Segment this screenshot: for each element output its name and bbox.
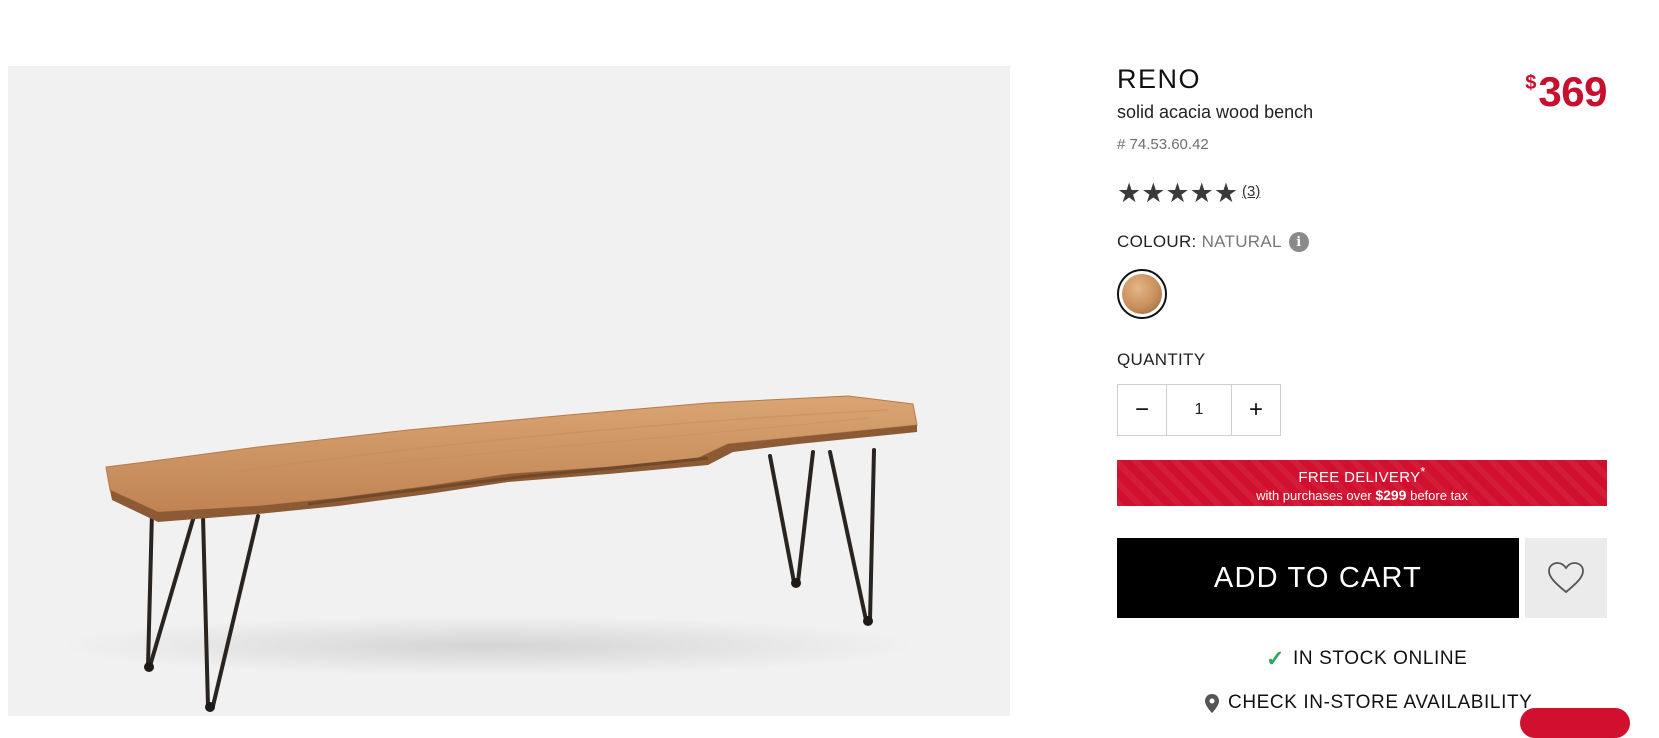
- quantity-input[interactable]: 1: [1166, 385, 1232, 435]
- colour-value: NATURAL: [1201, 232, 1282, 251]
- delivery-threshold: $299: [1375, 487, 1407, 503]
- product-price: $ 369: [1525, 68, 1607, 116]
- quantity-label: QUANTITY: [1117, 350, 1206, 369]
- bench-illustration: [58, 395, 918, 712]
- delivery-title: FREE DELIVERY: [1298, 469, 1421, 486]
- wood-swatch-icon: [1122, 274, 1162, 314]
- delivery-asterisk: *: [1420, 465, 1426, 479]
- rating-row: ★★★★★ (3): [1117, 180, 1260, 207]
- check-store-availability-link[interactable]: CHECK IN-STORE AVAILABILITY: [1205, 692, 1532, 714]
- colour-label: COLOUR:: [1117, 232, 1197, 251]
- chat-widget-button[interactable]: [1520, 708, 1630, 738]
- in-stock-label: IN STOCK ONLINE: [1293, 648, 1468, 669]
- delivery-prefix: with purchases over: [1256, 488, 1372, 503]
- info-icon[interactable]: i: [1288, 232, 1309, 252]
- product-subtitle: solid acacia wood bench: [1117, 102, 1314, 122]
- increase-quantity-button[interactable]: +: [1232, 385, 1280, 435]
- check-store-label: CHECK IN-STORE AVAILABILITY: [1228, 692, 1533, 713]
- delivery-condition: with purchases over $299 before tax: [1117, 487, 1607, 503]
- colour-row: COLOUR: NATURAL i: [1117, 232, 1309, 252]
- wishlist-button[interactable]: [1525, 538, 1607, 618]
- location-pin-icon: [1205, 693, 1219, 713]
- price-amount: 369: [1538, 68, 1607, 115]
- price-currency: $: [1525, 72, 1537, 94]
- product-image[interactable]: [8, 66, 1010, 716]
- star-rating-icon: ★★★★★: [1117, 178, 1239, 208]
- review-count-link[interactable]: (3): [1242, 183, 1260, 200]
- colour-swatch-natural[interactable]: [1117, 269, 1167, 319]
- free-delivery-banner: FREE DELIVERY* with purchases over $299 …: [1117, 460, 1607, 506]
- check-icon: ✓: [1266, 646, 1286, 671]
- decrease-quantity-button[interactable]: −: [1118, 385, 1166, 435]
- delivery-title-row: FREE DELIVERY*: [1117, 465, 1607, 486]
- add-to-cart-button[interactable]: ADD TO CART: [1117, 538, 1519, 618]
- delivery-suffix: before tax: [1410, 488, 1468, 503]
- in-stock-status: ✓ IN STOCK ONLINE: [1266, 646, 1467, 672]
- heart-icon: [1548, 562, 1584, 594]
- product-sku: # 74.53.60.42: [1117, 136, 1209, 153]
- product-name: RENO: [1117, 64, 1202, 94]
- quantity-stepper: − 1 +: [1117, 384, 1281, 436]
